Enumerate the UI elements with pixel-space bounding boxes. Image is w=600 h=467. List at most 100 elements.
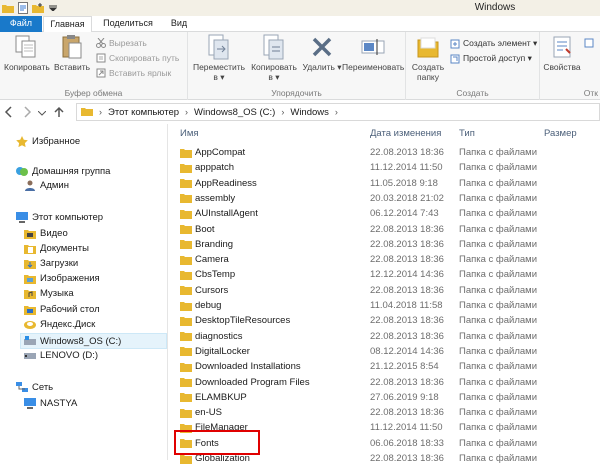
- file-type: Папка с файлами: [459, 391, 538, 403]
- nav-downloads[interactable]: Загрузки: [24, 258, 78, 269]
- file-row[interactable]: Boot 22.08.2013 18:36 Папка с файлами: [170, 222, 600, 237]
- properties-label: Свойства: [543, 62, 581, 72]
- copy-path-button[interactable]: Скопировать путь: [96, 53, 179, 63]
- nav-network[interactable]: Сеть: [16, 382, 53, 393]
- paste-button[interactable]: Вставить: [52, 34, 92, 72]
- file-row[interactable]: Downloaded Program Files 22.08.2013 18:36…: [170, 375, 600, 390]
- back-arrow-icon[interactable]: [4, 106, 14, 118]
- file-row[interactable]: Downloaded Installations 21.12.2015 8:54 П…: [170, 359, 600, 374]
- move-to-button[interactable]: Переместить в ▾: [192, 34, 246, 83]
- file-type: Папка с файлами: [459, 162, 538, 174]
- folder-icon: [180, 331, 192, 342]
- file-row[interactable]: AppCompat 22.08.2013 18:36 Папка с файлами: [170, 145, 600, 160]
- properties-button[interactable]: Свойства: [542, 34, 582, 72]
- open-button[interactable]: [584, 38, 594, 48]
- copy-to-button[interactable]: Копировать в ▾: [248, 34, 300, 83]
- rename-button[interactable]: Переименовать: [342, 34, 404, 72]
- nav-admin[interactable]: Админ: [24, 180, 69, 191]
- folder-icon: [180, 285, 192, 296]
- nav-video[interactable]: Видео: [24, 228, 68, 239]
- breadcrumb-separator-icon[interactable]: ›: [335, 107, 338, 117]
- nav-this-pc[interactable]: Этот компьютер: [16, 212, 103, 223]
- nav-pictures[interactable]: Изображения: [24, 273, 100, 284]
- tab-home[interactable]: Главная: [43, 16, 92, 33]
- breadcrumb-separator-icon[interactable]: ›: [99, 107, 102, 117]
- column-size[interactable]: Размер: [544, 128, 577, 139]
- column-headers: Имя Дата изменения Тип Размер: [170, 124, 600, 144]
- file-row[interactable]: ELAMBKUP 27.06.2019 9:18 Папка с файлами: [170, 390, 600, 405]
- nav-this-pc-label: Этот компьютер: [32, 212, 104, 223]
- folder-icon: [180, 209, 192, 219]
- copy-button[interactable]: Копировать: [4, 34, 50, 72]
- file-name: Camera: [195, 254, 229, 266]
- file-date: 22.08.2013 18:36: [370, 407, 444, 419]
- tab-view[interactable]: Вид: [164, 16, 194, 32]
- column-date[interactable]: Дата изменения: [370, 128, 441, 139]
- new-folder-button[interactable]: Создать папку: [408, 34, 448, 82]
- nav-network-label: Сеть: [32, 382, 54, 393]
- file-date: 22.08.2013 18:36: [370, 315, 444, 327]
- nav-documents[interactable]: Документы: [24, 243, 89, 254]
- file-row[interactable]: AppReadiness 11.05.2018 9:18 Папка с файла…: [170, 176, 600, 191]
- column-name[interactable]: Имя: [180, 128, 199, 139]
- file-row[interactable]: AUInstallAgent 06.12.2014 7:43 Папка с фай…: [170, 206, 600, 221]
- file-row[interactable]: apppatch 11.12.2014 11:50 Папка с файлами: [170, 160, 600, 175]
- file-name: DigitalLocker: [195, 345, 250, 357]
- breadcrumb-windows[interactable]: Windows: [290, 107, 329, 118]
- up-arrow-icon[interactable]: [54, 106, 64, 120]
- delete-label: Удалить ▾: [302, 62, 342, 72]
- address-box[interactable]: › Этот компьютер › Windows8_OS (C:) › Wi…: [76, 103, 600, 121]
- paste-icon: [59, 34, 85, 60]
- nav-desktop[interactable]: Рабочий стол: [24, 304, 100, 315]
- nav-yandex-disk[interactable]: Яндекс.Диск: [24, 319, 95, 330]
- paste-shortcut-button[interactable]: Вставить ярлык: [96, 68, 171, 78]
- file-row[interactable]: CbsTemp 12.12.2014 14:36 Папка с файлами: [170, 267, 600, 282]
- file-row[interactable]: diagnostics 22.08.2013 18:36 Папка с файла…: [170, 329, 600, 344]
- file-type: Папка с файлами: [459, 315, 538, 327]
- paste-label: Вставить: [53, 62, 91, 72]
- new-item-button[interactable]: Создать элемент ▾: [450, 38, 537, 49]
- recent-chevron-icon[interactable]: [37, 109, 47, 119]
- ribbon-tabs: Файл Главная Поделиться Вид: [0, 16, 600, 33]
- nav-homegroup[interactable]: Домашняя группа: [16, 166, 110, 177]
- breadcrumb-separator-icon[interactable]: ›: [281, 107, 284, 117]
- file-row[interactable]: DesktopTileResources 22.08.2013 18:36 Папк…: [170, 313, 600, 328]
- file-row[interactable]: Cursors 22.08.2013 18:36 Папка с файлами: [170, 283, 600, 298]
- forward-arrow-icon[interactable]: [22, 106, 32, 120]
- file-date: 06.12.2014 7:43: [370, 208, 439, 220]
- cut-button[interactable]: Вырезать: [96, 37, 147, 48]
- file-row[interactable]: Camera 22.08.2013 18:36 Папка с файлами: [170, 252, 600, 267]
- file-type: Папка с файлами: [459, 254, 538, 266]
- create-group: Создать папку Создать элемент ▾ Простой …: [406, 32, 540, 100]
- delete-button[interactable]: Удалить ▾: [302, 34, 342, 73]
- video-folder-icon: [24, 228, 36, 239]
- file-row[interactable]: en-US 22.08.2013 18:36 Папка с файлами: [170, 405, 600, 420]
- tab-share[interactable]: Поделиться: [98, 16, 158, 32]
- nav-music[interactable]: Музыка: [24, 288, 74, 299]
- folder-icon: [180, 392, 192, 403]
- easy-access-button[interactable]: Простой доступ ▾: [450, 53, 532, 64]
- file-type: Папка с файлами: [459, 269, 538, 281]
- easy-access-label: Простой доступ ▾: [463, 53, 532, 63]
- column-type[interactable]: Тип: [459, 128, 475, 139]
- breadcrumb-drive-c[interactable]: Windows8_OS (C:): [194, 107, 275, 118]
- breadcrumb-this-pc[interactable]: Этот компьютер: [108, 107, 179, 118]
- file-row[interactable]: debug 11.04.2018 11:58 Папка с файлами: [170, 298, 600, 313]
- file-name: debug: [195, 300, 222, 311]
- folder-icon: [180, 270, 192, 280]
- breadcrumb-separator-icon[interactable]: ›: [185, 107, 188, 117]
- nav-favorites[interactable]: Избранное: [16, 136, 80, 148]
- folder-icon: [81, 106, 93, 119]
- nav-drive-d[interactable]: LENOVO (D:): [24, 350, 98, 361]
- nav-drive-c-label: Windows8_OS (C:): [40, 335, 122, 347]
- nav-drive-c[interactable]: Windows8_OS (C:): [20, 333, 167, 349]
- file-type: Папка с файлами: [459, 361, 538, 373]
- file-row[interactable]: assembly 20.03.2018 21:02 Папка с файлами: [170, 191, 600, 206]
- file-row[interactable]: Branding 22.08.2013 18:36 Папка с файлами: [170, 237, 600, 252]
- fonts-highlight-box: [174, 430, 260, 455]
- tab-file[interactable]: Файл: [0, 16, 42, 32]
- file-name: DesktopTileResources: [195, 315, 291, 327]
- file-row[interactable]: DigitalLocker 08.12.2014 14:36 Папка с фай…: [170, 344, 600, 359]
- file-date: 22.08.2013 18:36: [370, 223, 444, 235]
- nav-nastya[interactable]: NASTYA: [24, 398, 77, 409]
